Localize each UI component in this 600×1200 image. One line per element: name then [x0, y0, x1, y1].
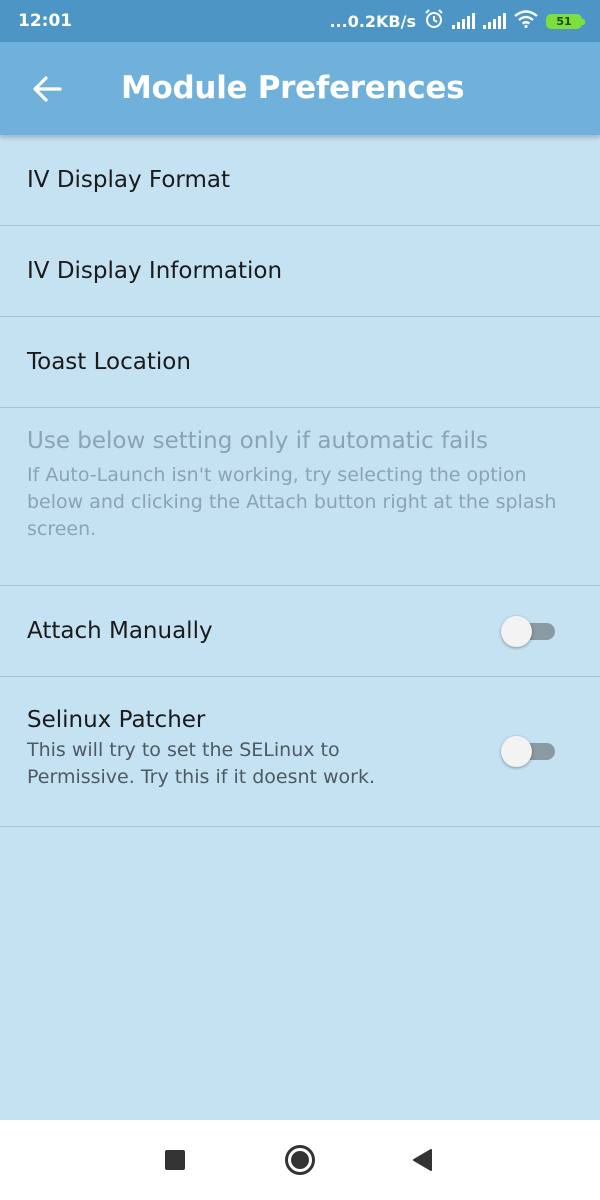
pref-selinux-patcher[interactable]: Selinux Patcher This will try to set the… [0, 677, 600, 827]
back-nav-button[interactable] [404, 1142, 440, 1178]
battery-level: 51 [556, 14, 572, 28]
pref-title: IV Display Format [27, 167, 230, 193]
attach-manually-switch[interactable] [501, 616, 555, 647]
net-speed: ...0.2KB/s [329, 11, 416, 31]
signal-icon [483, 13, 506, 29]
square-recents-icon [165, 1150, 185, 1170]
switch-thumb [501, 616, 532, 647]
home-button[interactable] [282, 1142, 318, 1178]
triangle-back-icon [413, 1149, 432, 1171]
status-icons: ...0.2KB/s 51 [329, 8, 585, 34]
page-title: Module Preferences [121, 70, 465, 106]
pref-iv-display-information[interactable]: IV Display Information [0, 226, 600, 317]
pref-iv-display-format[interactable]: IV Display Format [0, 135, 600, 226]
app-bar: Module Preferences [0, 42, 600, 135]
pref-title: Attach Manually [27, 618, 213, 644]
pref-title: IV Display Information [27, 258, 283, 284]
battery-icon: 51 [546, 13, 585, 29]
circle-home-icon [285, 1145, 315, 1175]
switch-thumb [501, 736, 532, 767]
category-title: Use below setting only if automatic fail… [27, 428, 488, 454]
pref-attach-manually[interactable]: Attach Manually [0, 586, 600, 677]
status-time: 12:01 [18, 11, 73, 31]
back-button[interactable] [22, 64, 72, 114]
pref-title: Selinux Patcher [27, 707, 206, 733]
pref-category-manual: Use below setting only if automatic fail… [0, 408, 600, 586]
signal-icon [452, 13, 475, 29]
recents-button[interactable] [157, 1142, 193, 1178]
status-bar: 12:01 ...0.2KB/s 51 [0, 0, 600, 42]
alarm-icon [424, 8, 444, 34]
pref-title: Toast Location [27, 349, 191, 375]
arrow-left-icon [33, 76, 62, 102]
selinux-patcher-switch[interactable] [501, 736, 555, 767]
pref-summary: This will try to set the SELinux to Perm… [27, 739, 376, 788]
pref-toast-location[interactable]: Toast Location [0, 317, 600, 408]
category-summary: If Auto-Launch isn't working, try select… [27, 464, 557, 540]
navigation-bar [0, 1120, 600, 1200]
preferences-list: IV Display Format IV Display Information… [0, 135, 600, 827]
wifi-icon [514, 9, 538, 33]
